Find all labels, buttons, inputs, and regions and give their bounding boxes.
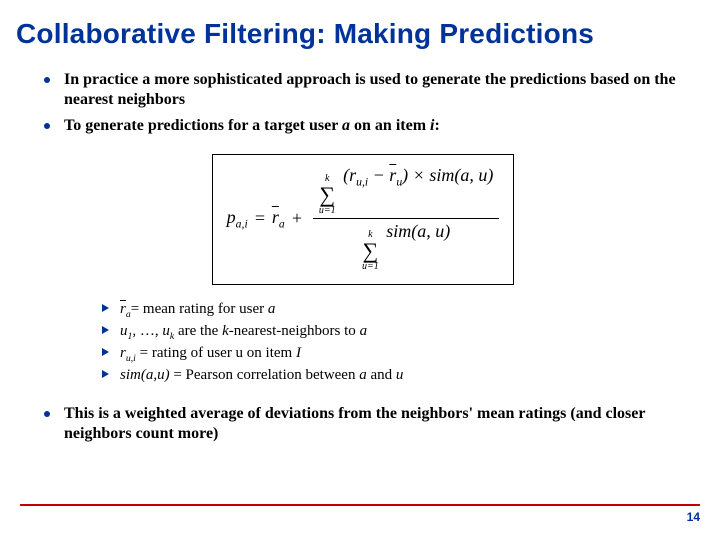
bullet-2: To generate predictions for a target use… — [42, 116, 684, 136]
def4-u: u — [396, 367, 404, 383]
formula: pa,i = ra + k ∑ u=1 (ru,i − ru) × sim(a,… — [212, 154, 515, 285]
sim-num: sim — [429, 165, 454, 185]
slide: Collaborative Filtering: Making Predicti… — [0, 0, 720, 540]
sim-args-num: (a, u) — [454, 165, 493, 185]
formula-container: pa,i = ra + k ∑ u=1 (ru,i − ru) × sim(a,… — [42, 154, 684, 285]
slide-title: Collaborative Filtering: Making Predicti… — [16, 18, 708, 50]
def3-r: ru,i — [120, 345, 136, 361]
formula-plus: + — [291, 208, 303, 229]
sigma-icon: ∑ — [319, 184, 335, 206]
def-1: ra= mean rating for user a — [102, 299, 684, 321]
formula-numerator: k ∑ u=1 (ru,i − ru) × sim(a, u) — [313, 163, 499, 218]
def1-a: a — [268, 301, 276, 317]
sum-num: k ∑ u=1 — [319, 174, 336, 216]
definition-list: ra= mean rating for user a u1, …, uk are… — [102, 299, 684, 386]
bullet-1: In practice a more sophisticated approac… — [42, 70, 684, 110]
def2-txt1: are the — [174, 323, 222, 339]
def1-text: = mean rating for user — [131, 301, 268, 317]
num-r-sub: u,i — [356, 176, 368, 189]
def3-txt: = rating of user u on item — [136, 345, 296, 361]
def4-a: a — [359, 367, 367, 383]
def4-sim: sim(a,u) — [120, 367, 170, 383]
def2-a: a — [360, 323, 368, 339]
sum-bot-den: u=1 — [362, 262, 379, 272]
bullet-2-post: : — [434, 117, 439, 134]
footer: 14 — [20, 504, 700, 524]
sim-den: sim — [386, 221, 411, 241]
formula-eq: = — [254, 208, 266, 229]
def-3: ru,i = rating of user u on item I — [102, 343, 684, 365]
formula-fraction: k ∑ u=1 (ru,i − ru) × sim(a, u) k ∑ u — [313, 163, 499, 274]
formula-rbar-a: ra — [272, 207, 285, 231]
formula-rbar: r — [272, 207, 279, 227]
def3-r-sub: u,i — [126, 353, 136, 364]
bullet-list: In practice a more sophisticated approac… — [42, 70, 684, 136]
bullet-list-2: This is a weighted average of deviations… — [42, 404, 684, 444]
num-times: × — [408, 165, 429, 185]
formula-lhs: pa,i — [227, 207, 248, 231]
num-minus: − — [368, 165, 389, 185]
def-2: u1, …, uk are the k-nearest-neighbors to… — [102, 321, 684, 343]
sim-args-den: (a, u) — [411, 221, 450, 241]
bullet-2-pre: To generate predictions for a target use… — [64, 117, 342, 134]
sum-den: k ∑ u=1 — [362, 230, 379, 272]
def3-I: I — [296, 345, 301, 361]
formula-p: p — [227, 207, 236, 227]
def2-u1: u1 — [120, 323, 132, 339]
def4-and: and — [367, 367, 396, 383]
def4-txt1: = Pearson correlation between — [170, 367, 360, 383]
def-1-sym: ra — [120, 301, 131, 317]
sum-bot: u=1 — [319, 206, 336, 216]
def2-mid: , …, — [132, 323, 162, 339]
bullet-2-mid: on an item — [350, 117, 430, 134]
def-4: sim(a,u) = Pearson correlation between a… — [102, 365, 684, 385]
def2-k: k — [222, 323, 229, 339]
page-number: 14 — [20, 510, 700, 524]
bullet-1-text: In practice a more sophisticated approac… — [64, 71, 676, 108]
bullet-3: This is a weighted average of deviations… — [42, 404, 684, 444]
formula-denominator: k ∑ u=1 sim(a, u) — [356, 219, 456, 274]
slide-content: In practice a more sophisticated approac… — [12, 50, 708, 444]
formula-p-sub: a,i — [236, 217, 248, 230]
def2-uk-sym: u — [162, 323, 170, 339]
def2-uk: uk — [162, 323, 174, 339]
bullet-2-a: a — [342, 117, 350, 134]
formula-rbar-sub: a — [279, 217, 285, 230]
bullet-3-text: This is a weighted average of deviations… — [64, 405, 645, 442]
footer-rule — [20, 504, 700, 506]
def2-txt2: -nearest-neighbors to — [229, 323, 360, 339]
def2-u1-sym: u — [120, 323, 128, 339]
sigma-icon-den: ∑ — [362, 240, 378, 262]
